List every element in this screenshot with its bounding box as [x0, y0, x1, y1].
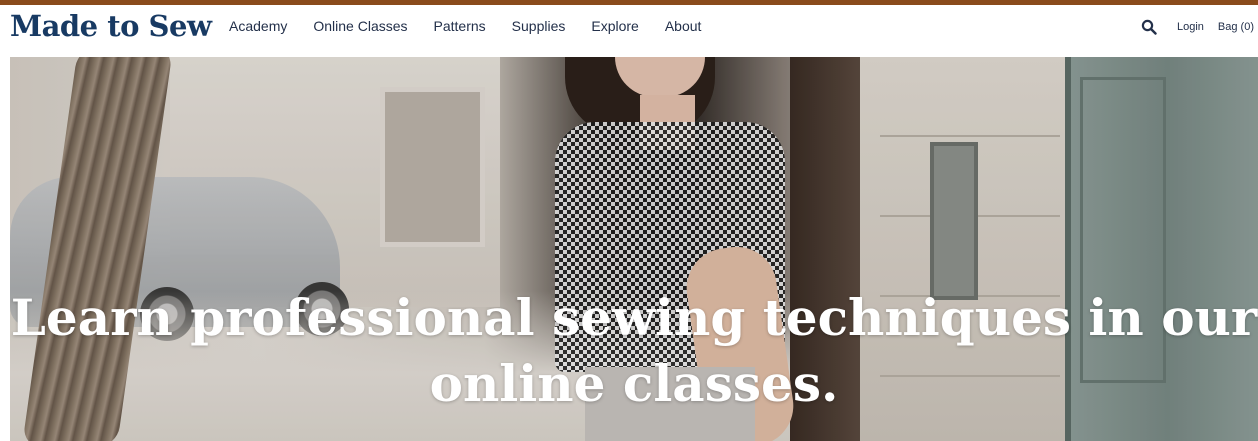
bag-link[interactable]: Bag (0) — [1218, 21, 1254, 33]
hero-heading: Learn professional sewing techniques in … — [10, 285, 1258, 417]
nav-item-about[interactable]: About — [665, 18, 702, 34]
nav-item-explore[interactable]: Explore — [591, 18, 638, 34]
hero-heading-line1: Learn professional sewing techniques in … — [10, 288, 1258, 347]
main-nav: Academy Online Classes Patterns Supplies… — [229, 18, 701, 34]
nav-item-online-classes[interactable]: Online Classes — [313, 18, 407, 34]
nav-item-patterns[interactable]: Patterns — [434, 18, 486, 34]
search-icon[interactable] — [1141, 19, 1157, 35]
site-header: Made to Sew Academy Online Classes Patte… — [0, 5, 1258, 57]
site-logo[interactable]: Made to Sew — [10, 9, 212, 43]
nav-item-supplies[interactable]: Supplies — [512, 18, 566, 34]
nav-item-academy[interactable]: Academy — [229, 18, 287, 34]
login-link[interactable]: Login — [1177, 21, 1204, 33]
hero-banner: Learn professional sewing techniques in … — [10, 57, 1258, 441]
hero-heading-line2: online classes. — [429, 354, 839, 413]
utility-nav: Login Bag (0) — [1141, 19, 1254, 35]
